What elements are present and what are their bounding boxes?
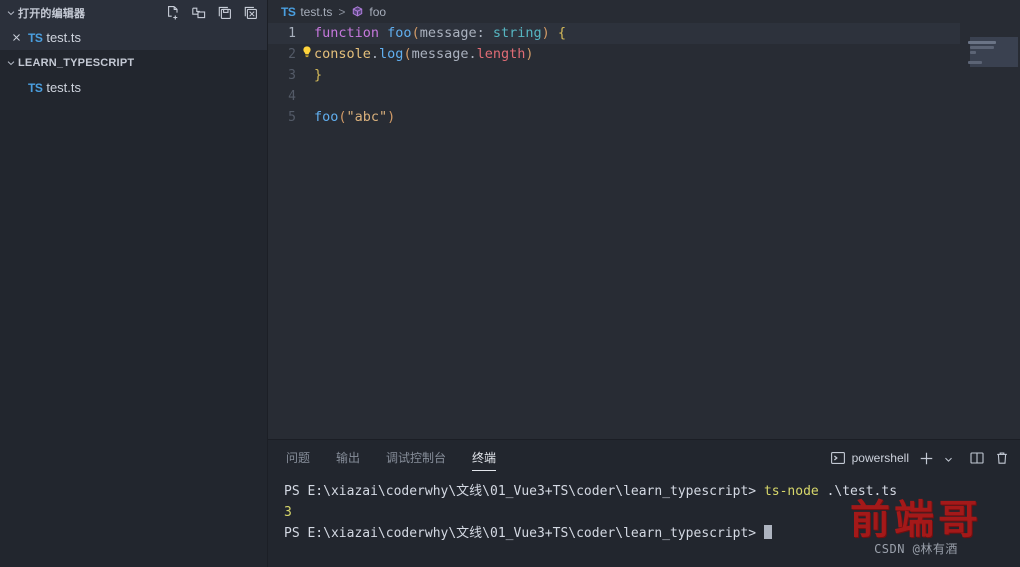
workspace-folder-title: LEARN_TYPESCRIPT bbox=[18, 56, 135, 69]
minimap[interactable] bbox=[960, 23, 1020, 439]
tab-terminal[interactable]: 终端 bbox=[472, 440, 497, 475]
code-text[interactable]: function foo(message: string) { bbox=[314, 23, 566, 44]
minimap-line bbox=[968, 41, 996, 44]
save-all-icon[interactable] bbox=[217, 5, 233, 21]
new-folder-icon[interactable] bbox=[191, 5, 207, 21]
token-colon: : bbox=[476, 25, 493, 41]
terminal-icon bbox=[830, 450, 846, 466]
kill-terminal-icon[interactable] bbox=[994, 450, 1010, 466]
chevron-down-icon[interactable] bbox=[943, 452, 954, 463]
breadcrumb-separator: > bbox=[338, 4, 346, 19]
explorer-file-label: test.ts bbox=[46, 80, 82, 95]
tab-output[interactable]: 输出 bbox=[336, 440, 360, 475]
tab-label: 终端 bbox=[472, 451, 497, 465]
terminal-cursor bbox=[763, 525, 772, 539]
token-keyword: function bbox=[314, 25, 380, 41]
close-icon[interactable] bbox=[8, 30, 24, 46]
token-dot: . bbox=[370, 46, 380, 62]
terminal-line-command: PS E:\xiazai\coderwhy\文线\01_Vue3+TS\code… bbox=[284, 481, 1020, 502]
editor-region: TS test.ts > foo 1 function foo(message:… bbox=[268, 0, 1020, 567]
token-string: "abc" bbox=[346, 109, 388, 125]
token-paren-open: ( bbox=[411, 25, 420, 41]
terminal-content[interactable]: PS E:\xiazai\coderwhy\文线\01_Vue3+TS\code… bbox=[268, 475, 1020, 567]
token-object: console bbox=[314, 46, 371, 62]
chevron-down-icon[interactable] bbox=[4, 6, 18, 20]
typescript-file-icon: TS bbox=[28, 30, 43, 45]
token-parameter: message bbox=[411, 46, 469, 62]
line-number: 3 bbox=[288, 68, 296, 83]
explorer-file-test-ts[interactable]: TS test.ts bbox=[0, 75, 267, 100]
tab-problems[interactable]: 问题 bbox=[286, 440, 310, 475]
code-text[interactable]: console.log(message.length) bbox=[303, 44, 534, 65]
token-property: length bbox=[476, 46, 526, 62]
code-line-3[interactable]: 3 } bbox=[268, 65, 1020, 86]
breadcrumb-file[interactable]: test.ts bbox=[300, 5, 332, 19]
panel-tabs: 问题 输出 调试控制台 终端 bbox=[286, 440, 497, 475]
bottom-panel: 问题 输出 调试控制台 终端 powershell PS E:\xiazai\c… bbox=[268, 439, 1020, 567]
terminal-line-prompt: PS E:\xiazai\coderwhy\文线\01_Vue3+TS\code… bbox=[284, 523, 1020, 544]
terminal-selector[interactable]: powershell bbox=[830, 450, 909, 466]
token-function-call: foo bbox=[314, 109, 339, 125]
open-editors-title: 打开的编辑器 bbox=[18, 7, 86, 20]
minimap-line bbox=[970, 51, 976, 54]
token-brace-close: } bbox=[314, 67, 323, 83]
tab-label: 调试控制台 bbox=[386, 451, 447, 465]
terminal-line-output: 3 bbox=[284, 502, 1020, 523]
tab-label: 问题 bbox=[286, 451, 311, 465]
code-line-5[interactable]: 5 foo("abc") bbox=[268, 107, 1020, 128]
token-type: string bbox=[492, 25, 542, 41]
code-text[interactable]: } bbox=[314, 65, 322, 86]
terminal-prompt: PS E:\xiazai\coderwhy\文线\01_Vue3+TS\code… bbox=[284, 484, 764, 499]
terminal-output: 3 bbox=[284, 505, 292, 520]
open-editor-item-test-ts[interactable]: TS test.ts bbox=[0, 25, 267, 50]
close-all-icon[interactable] bbox=[243, 5, 259, 21]
open-editors-section-header[interactable]: 打开的编辑器 bbox=[0, 0, 267, 25]
new-file-icon[interactable] bbox=[165, 5, 181, 21]
lightbulb-quickfix-icon[interactable] bbox=[300, 45, 314, 59]
token-paren-close: ) bbox=[387, 109, 396, 125]
token-parameter: message bbox=[419, 25, 477, 41]
open-editors-actions bbox=[165, 0, 259, 25]
code-text[interactable]: foo("abc") bbox=[314, 107, 395, 128]
add-terminal-icon[interactable] bbox=[918, 450, 934, 466]
typescript-file-icon: TS bbox=[281, 4, 296, 19]
typescript-file-icon: TS bbox=[28, 80, 43, 95]
symbol-method-icon bbox=[351, 5, 364, 18]
code-lines[interactable]: 1 function foo(message: string) { 2 cons… bbox=[268, 23, 1020, 439]
terminal-shell-label: powershell bbox=[851, 450, 909, 465]
vscode-window: 打开的编辑器 TS test.ts LEARN_TYPESCRIPT TS te… bbox=[0, 0, 1020, 567]
token-dot: . bbox=[468, 46, 477, 62]
token-paren-close: ) bbox=[541, 25, 550, 41]
line-number: 1 bbox=[288, 26, 296, 41]
token-function-name: foo bbox=[387, 25, 412, 41]
panel-actions: powershell bbox=[830, 450, 1010, 466]
split-terminal-icon[interactable] bbox=[969, 450, 985, 466]
breadcrumb[interactable]: TS test.ts > foo bbox=[268, 0, 1020, 23]
line-number: 5 bbox=[288, 110, 296, 125]
code-line-4[interactable]: 4 bbox=[268, 86, 1020, 107]
token-paren-close: ) bbox=[525, 46, 534, 62]
minimap-line bbox=[970, 46, 994, 49]
terminal-command-name: ts-node bbox=[763, 484, 819, 499]
sidebar: 打开的编辑器 TS test.ts LEARN_TYPESCRIPT TS te… bbox=[0, 0, 268, 567]
open-editor-label: test.ts bbox=[46, 30, 82, 45]
tab-debug-console[interactable]: 调试控制台 bbox=[386, 440, 446, 475]
explorer-section-header[interactable]: LEARN_TYPESCRIPT bbox=[0, 50, 267, 75]
terminal-command-arg: .\test.ts bbox=[818, 484, 898, 499]
token-paren-open: ( bbox=[403, 46, 412, 62]
chevron-down-icon[interactable] bbox=[4, 56, 18, 70]
code-editor[interactable]: 1 function foo(message: string) { 2 cons… bbox=[268, 23, 1020, 439]
panel-toolbar: 问题 输出 调试控制台 终端 powershell bbox=[268, 440, 1020, 475]
minimap-line bbox=[968, 61, 982, 64]
code-line-2[interactable]: 2 console.log(message.length) bbox=[268, 44, 1020, 65]
token-paren-open: ( bbox=[338, 109, 347, 125]
breadcrumb-symbol[interactable]: foo bbox=[369, 5, 386, 19]
tab-label: 输出 bbox=[336, 451, 361, 465]
token-method: log bbox=[379, 46, 404, 62]
code-line-1[interactable]: 1 function foo(message: string) { bbox=[268, 23, 1020, 44]
terminal-prompt: PS E:\xiazai\coderwhy\文线\01_Vue3+TS\code… bbox=[284, 526, 764, 541]
token-brace-open: { bbox=[549, 25, 567, 41]
line-number: 4 bbox=[288, 89, 296, 104]
